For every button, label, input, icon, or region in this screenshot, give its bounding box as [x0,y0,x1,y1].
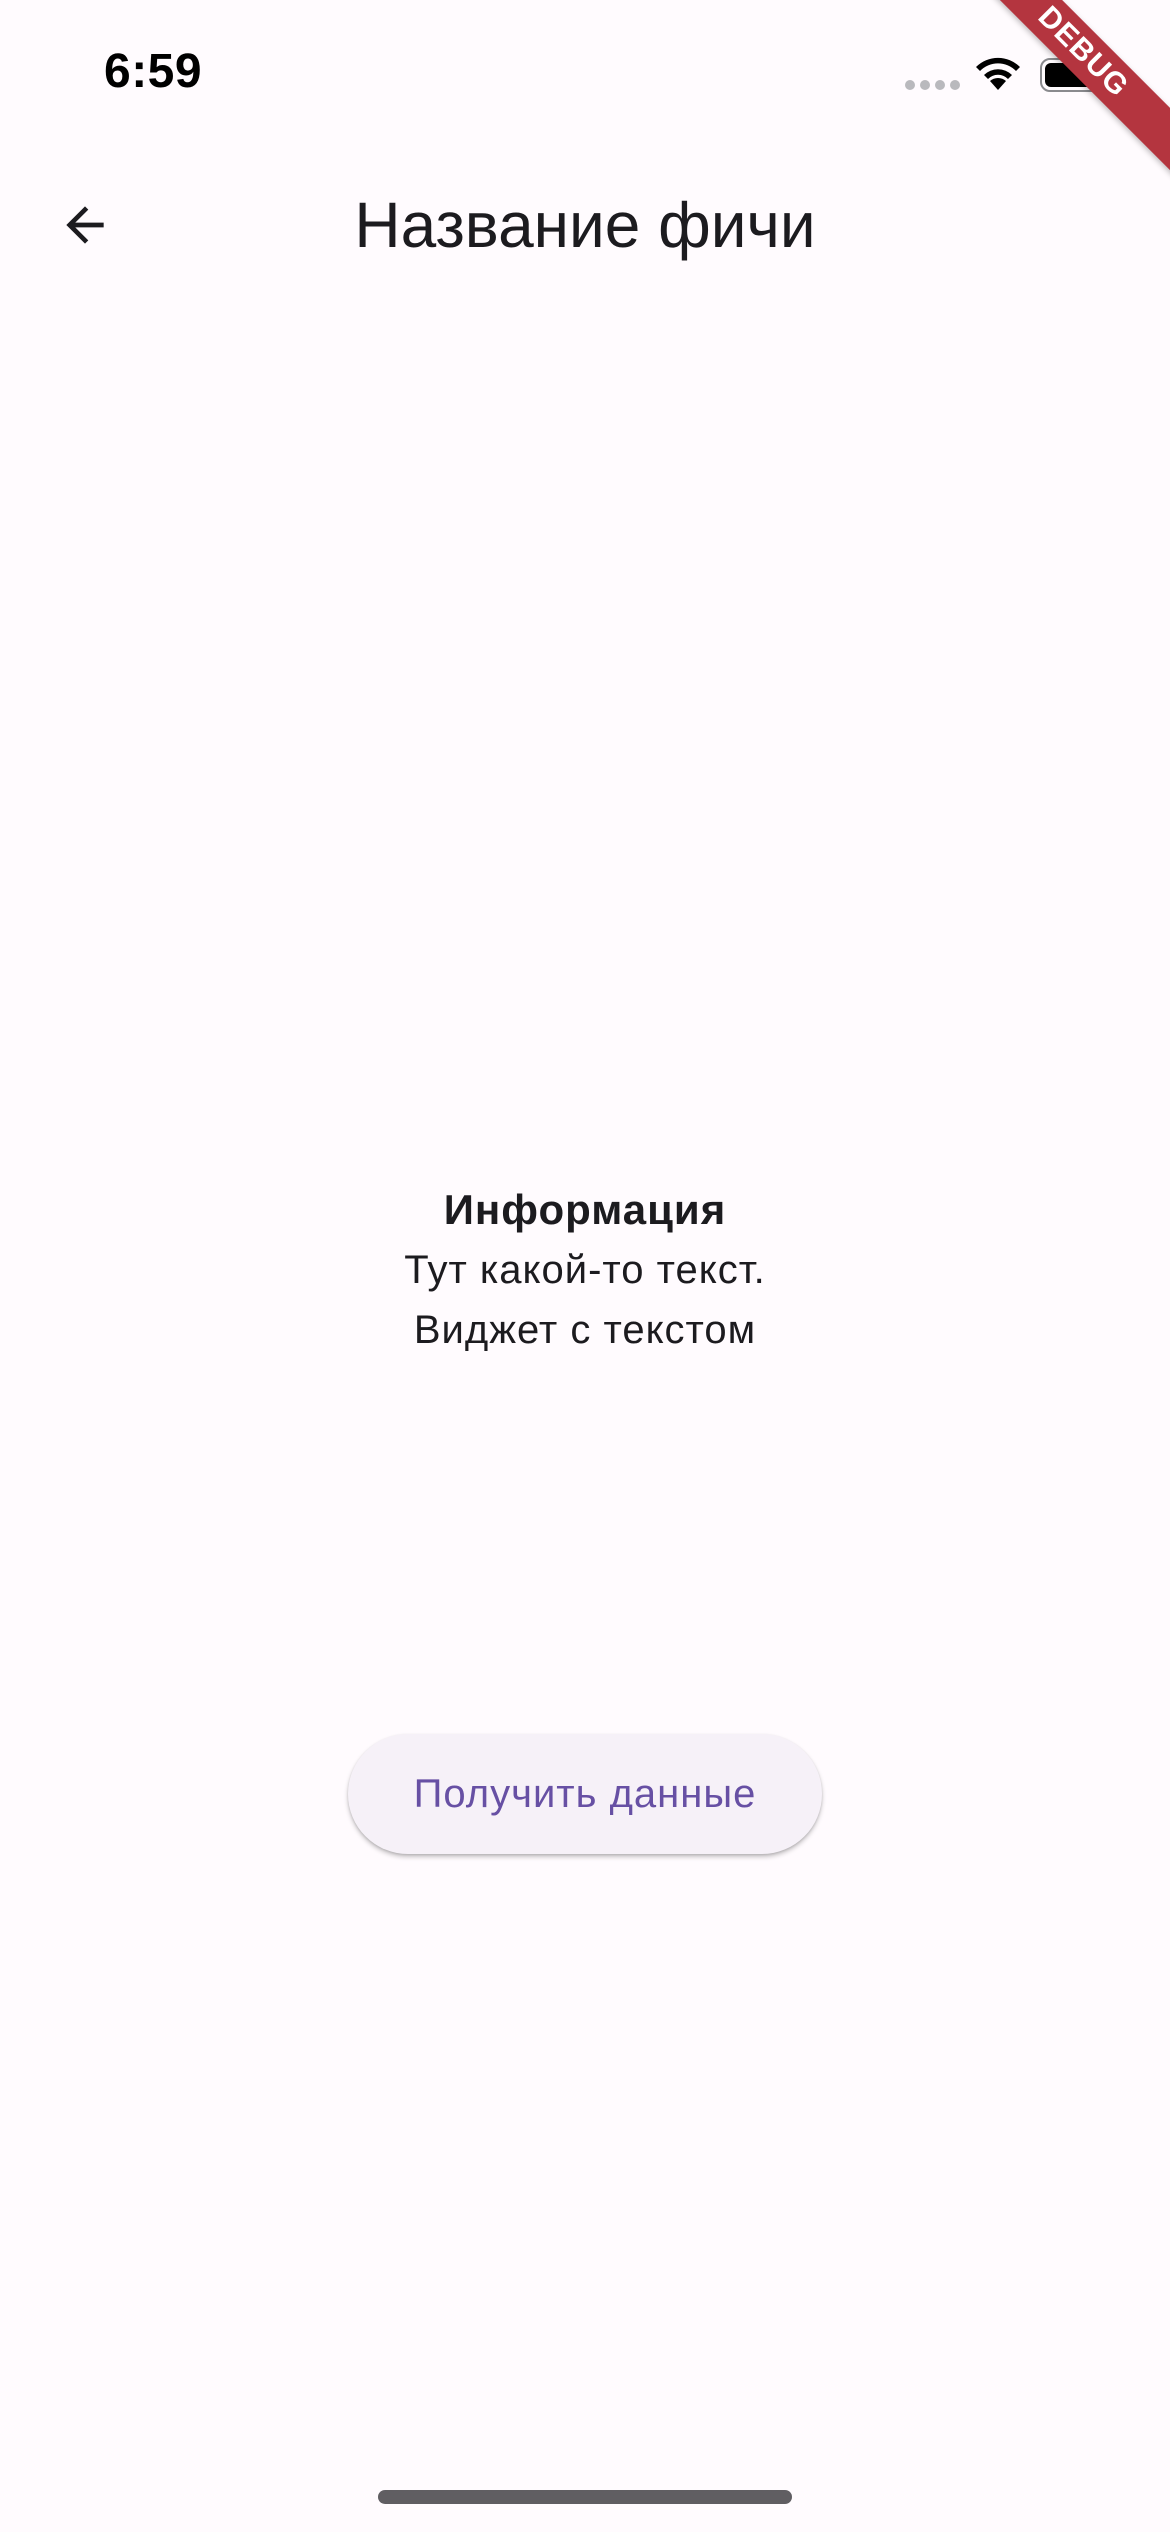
page-title: Название фичи [354,189,816,261]
info-text-line-1: Тут какой-то текст. [404,1248,766,1292]
info-widget: Информация Тут какой-то текст. Виджет с … [0,1180,1170,1360]
info-text-line-2: Виджет с текстом [413,1308,757,1352]
info-title: Информация [443,1186,727,1233]
home-indicator[interactable] [378,2490,792,2504]
wifi-icon [976,57,1020,90]
cellular-signal-icon [905,80,960,90]
fetch-data-button[interactable]: Получить данные [348,1734,822,1854]
status-bar: 6:59 DEBUG [0,0,1170,185]
app-bar: Название фичи [0,150,1170,300]
status-time: 6:59 [104,45,203,98]
